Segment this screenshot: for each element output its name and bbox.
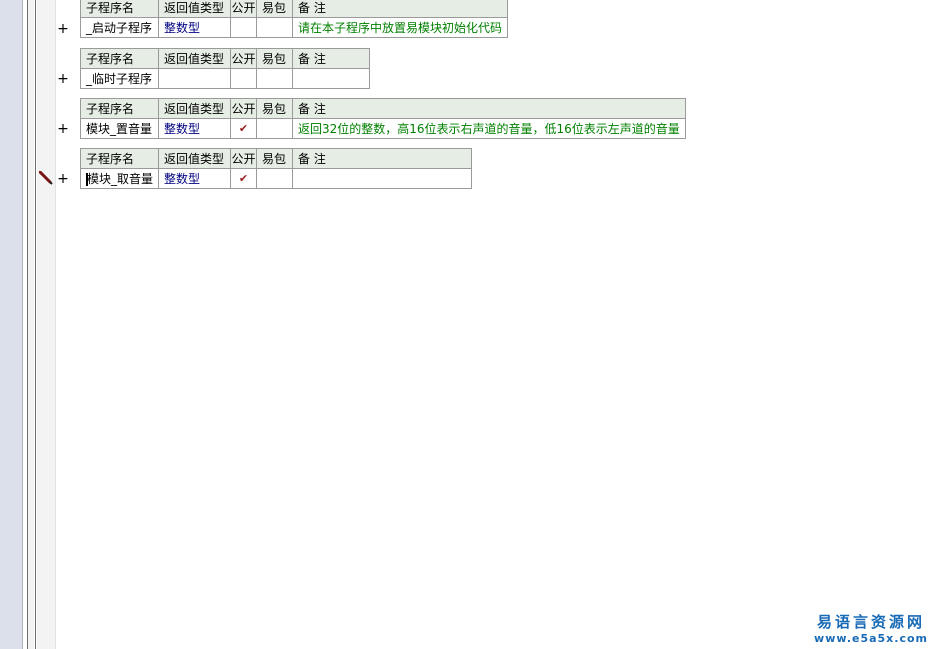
watermark-url: www.e5a5x.com bbox=[814, 632, 928, 645]
return-type-cell[interactable] bbox=[158, 68, 231, 89]
public-checkmark-icon[interactable]: ✔ bbox=[230, 118, 257, 139]
col-header-name: 子程序名 bbox=[79, 148, 160, 169]
table-header-row: 子程序名 返回值类型 公开 易包 备 注 bbox=[80, 0, 509, 18]
package-cell[interactable] bbox=[256, 168, 294, 189]
subprogram-name-text[interactable]: 模块_取音量 bbox=[87, 172, 153, 186]
subprogram-table: 子程序名 返回值类型 公开 易包 备 注 _临时子程序 bbox=[80, 48, 370, 89]
table-header-row: 子程序名 返回值类型 公开 易包 备 注 bbox=[79, 148, 473, 169]
col-header-public: 公开 bbox=[230, 0, 257, 18]
note-cell[interactable]: 请在本子程序中放置易模块初始化代码 bbox=[291, 17, 509, 38]
col-header-public: 公开 bbox=[230, 98, 257, 119]
pencil-icon bbox=[39, 171, 53, 185]
subprogram-name-cell[interactable]: _启动子程序 bbox=[80, 17, 159, 38]
return-type-cell[interactable]: 整数型 bbox=[158, 168, 232, 189]
subprogram-table: 子程序名 返回值类型 公开 易包 备 注 _启动子程序 整数型 请在本子程序中放… bbox=[80, 0, 509, 38]
note-cell[interactable] bbox=[292, 168, 473, 189]
table-row[interactable]: _临时子程序 bbox=[80, 68, 370, 89]
gutter-divider bbox=[35, 0, 36, 649]
table-row[interactable]: 模块_置音量 整数型 ✔ 返回32位的整数，高16位表示右声道的音量，低16位表… bbox=[80, 118, 686, 139]
col-header-package: 易包 bbox=[256, 98, 293, 119]
subprogram-name-cell[interactable]: _临时子程序 bbox=[80, 68, 159, 89]
package-cell[interactable] bbox=[256, 17, 293, 38]
expand-plus-icon[interactable]: + bbox=[57, 22, 69, 36]
col-header-package: 易包 bbox=[256, 0, 293, 18]
col-header-return-type: 返回值类型 bbox=[158, 48, 231, 69]
note-cell[interactable] bbox=[292, 68, 370, 89]
line-marker-gutter bbox=[37, 0, 56, 649]
table-header-row: 子程序名 返回值类型 公开 易包 备 注 bbox=[80, 48, 370, 69]
return-type-cell[interactable]: 整数型 bbox=[158, 118, 231, 139]
watermark-title: 易语言资源网 bbox=[817, 613, 926, 631]
public-cell[interactable] bbox=[230, 68, 257, 89]
col-header-note: 备 注 bbox=[292, 98, 686, 119]
public-cell[interactable] bbox=[230, 17, 257, 38]
table-header-row: 子程序名 返回值类型 公开 易包 备 注 bbox=[80, 98, 686, 119]
subprogram-table: 子程序名 返回值类型 公开 易包 备 注 模块_取音量 整数型 ✔ bbox=[79, 148, 473, 189]
col-header-public: 公开 bbox=[230, 48, 257, 69]
col-header-package: 易包 bbox=[256, 148, 294, 169]
subprogram-name-cell[interactable]: 模块_置音量 bbox=[80, 118, 159, 139]
subprogram-name-cell[interactable]: 模块_取音量 bbox=[79, 168, 160, 189]
package-cell[interactable] bbox=[256, 118, 293, 139]
col-header-name: 子程序名 bbox=[80, 0, 159, 18]
gutter-mid bbox=[28, 0, 34, 649]
col-header-note: 备 注 bbox=[291, 0, 509, 18]
expand-plus-icon[interactable]: + bbox=[57, 122, 69, 136]
table-row[interactable]: 模块_取音量 整数型 ✔ bbox=[79, 168, 473, 189]
left-gutter bbox=[0, 0, 23, 649]
col-header-name: 子程序名 bbox=[80, 98, 159, 119]
watermark: 易语言资源网 www.e5a5x.com bbox=[814, 611, 928, 645]
col-header-note: 备 注 bbox=[292, 148, 473, 169]
subprogram-table: 子程序名 返回值类型 公开 易包 备 注 模块_置音量 整数型 ✔ 返回32位的… bbox=[80, 98, 686, 139]
col-header-note: 备 注 bbox=[292, 48, 370, 69]
col-header-return-type: 返回值类型 bbox=[158, 148, 232, 169]
col-header-return-type: 返回值类型 bbox=[158, 98, 231, 119]
return-type-cell[interactable]: 整数型 bbox=[158, 17, 231, 38]
col-header-return-type: 返回值类型 bbox=[158, 0, 231, 18]
expand-plus-icon[interactable]: + bbox=[57, 172, 69, 186]
expand-plus-icon[interactable]: + bbox=[57, 72, 69, 86]
col-header-name: 子程序名 bbox=[80, 48, 159, 69]
package-cell[interactable] bbox=[256, 68, 293, 89]
table-row[interactable]: _启动子程序 整数型 请在本子程序中放置易模块初始化代码 bbox=[80, 17, 509, 38]
col-header-public: 公开 bbox=[230, 148, 258, 169]
col-header-package: 易包 bbox=[256, 48, 293, 69]
public-checkmark-icon[interactable]: ✔ bbox=[230, 168, 258, 189]
note-cell[interactable]: 返回32位的整数，高16位表示右声道的音量，低16位表示左声道的音量 bbox=[292, 118, 686, 139]
